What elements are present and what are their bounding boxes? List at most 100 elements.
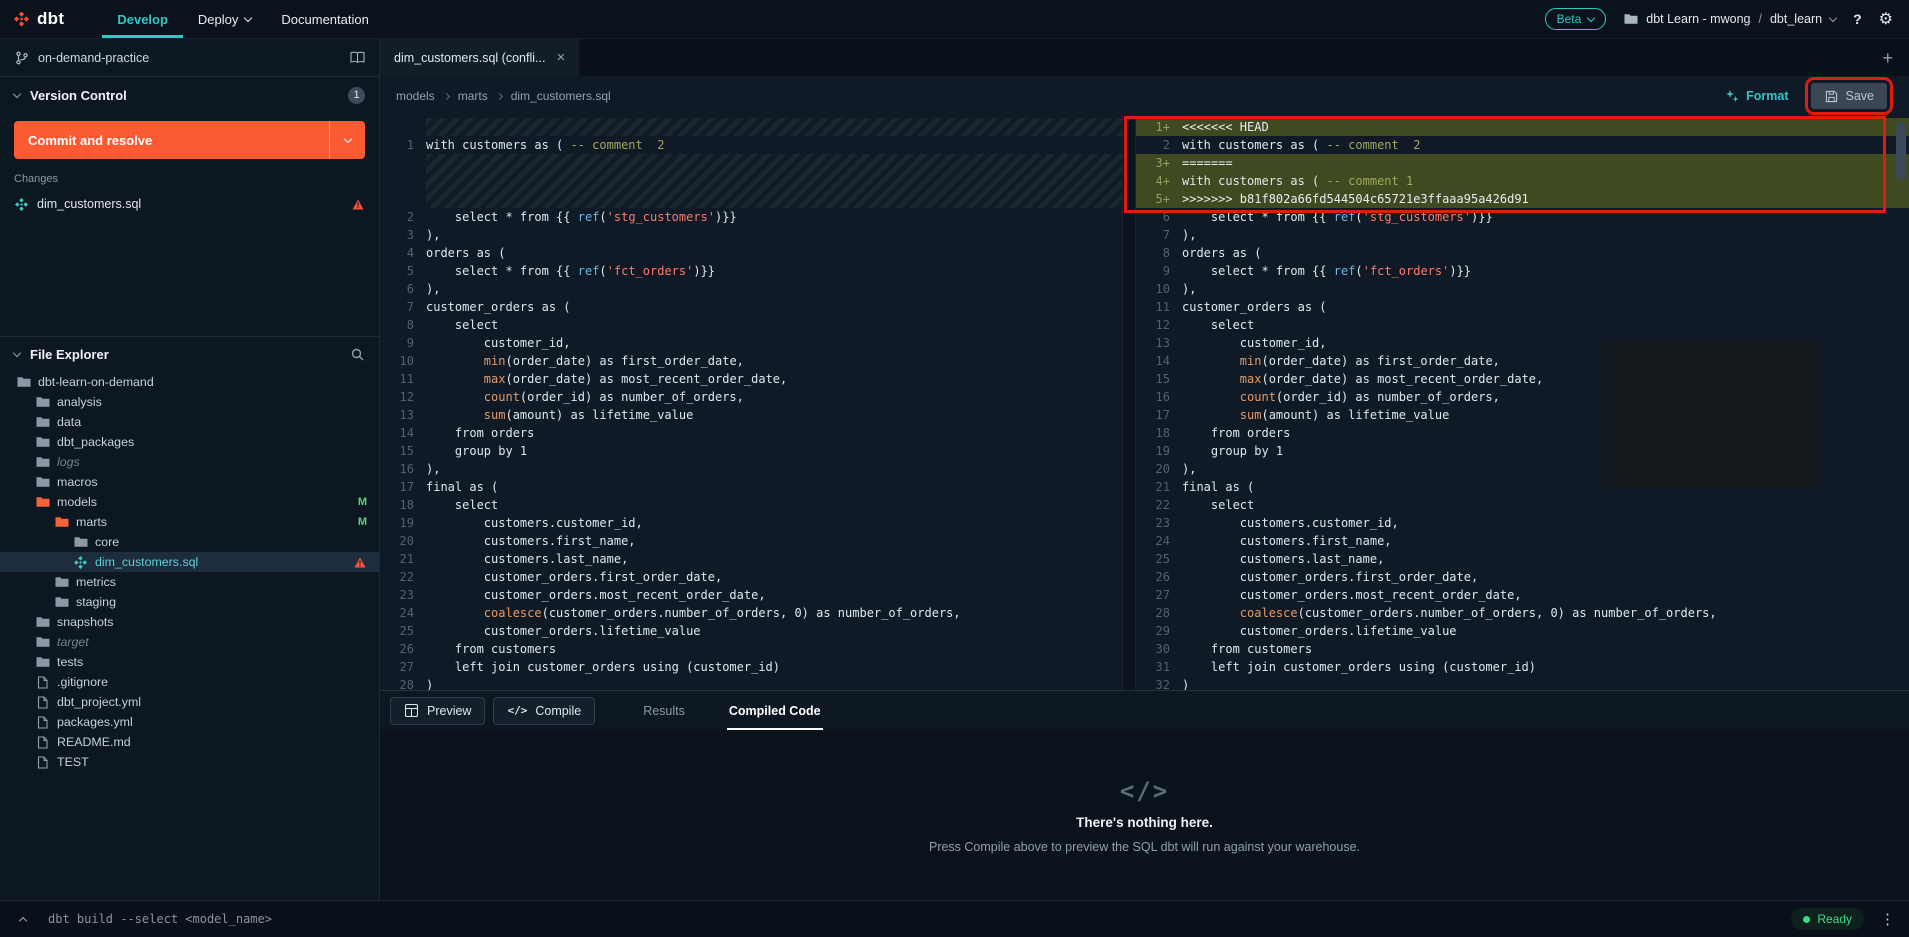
editor-scrollbar[interactable] xyxy=(1893,116,1909,690)
tree-item-macros[interactable]: macros xyxy=(0,472,379,492)
code-line[interactable]: 20 customers.first_name, xyxy=(380,532,1122,550)
tree-item-dbt_packages[interactable]: dbt_packages xyxy=(0,432,379,452)
code-line[interactable]: 10 min(order_date) as first_order_date, xyxy=(380,352,1122,370)
scrollbar-thumb[interactable] xyxy=(1896,122,1906,180)
code-line[interactable]: 31 left join customer_orders using (cust… xyxy=(1136,658,1909,676)
tree-item-snapshots[interactable]: snapshots xyxy=(0,612,379,632)
code-line[interactable]: 5+>>>>>>> b81f802a66fd544504c65721e3ffaa… xyxy=(1136,190,1909,208)
tree-item-dbt-learn-on-demand[interactable]: dbt-learn-on-demand xyxy=(0,372,379,392)
code-line[interactable]: 3+======= xyxy=(1136,154,1909,172)
command-input[interactable]: dbt build --select <model_name> xyxy=(48,912,272,926)
code-line[interactable]: 24 customers.first_name, xyxy=(1136,532,1909,550)
search-icon[interactable] xyxy=(350,348,365,361)
commit-options-button[interactable] xyxy=(329,121,365,159)
close-icon[interactable]: × xyxy=(556,50,565,65)
breadcrumb-item[interactable]: models xyxy=(396,89,435,103)
tree-item-staging[interactable]: staging xyxy=(0,592,379,612)
code-line[interactable]: 25 customer_orders.lifetime_value xyxy=(380,622,1122,640)
tree-item-packages.yml[interactable]: packages.yml xyxy=(0,712,379,732)
tree-item-logs[interactable]: logs xyxy=(0,452,379,472)
code-line[interactable]: 27 left join customer_orders using (cust… xyxy=(380,658,1122,676)
tree-item-dim_customers.sql[interactable]: dim_customers.sql xyxy=(0,552,379,572)
tree-item-analysis[interactable]: analysis xyxy=(0,392,379,412)
tree-item-tests[interactable]: tests xyxy=(0,652,379,672)
code-line[interactable]: 9 select * from {{ ref('fct_orders')}} xyxy=(1136,262,1909,280)
code-line[interactable]: 10), xyxy=(1136,280,1909,298)
breadcrumb-item[interactable]: dim_customers.sql xyxy=(511,89,611,103)
version-control-header[interactable]: Version Control 1 xyxy=(0,77,379,113)
save-button[interactable]: Save xyxy=(1811,83,1888,109)
code-line[interactable]: 24 coalesce(customer_orders.number_of_or… xyxy=(380,604,1122,622)
code-line[interactable]: 6), xyxy=(380,280,1122,298)
code-line[interactable]: 21 customers.last_name, xyxy=(380,550,1122,568)
code-line[interactable]: 16), xyxy=(380,460,1122,478)
code-line[interactable]: 2 select * from {{ ref('stg_customers')}… xyxy=(380,208,1122,226)
code-line[interactable]: 26 from customers xyxy=(380,640,1122,658)
code-line[interactable]: 9 customer_id, xyxy=(380,334,1122,352)
tab-compiled-code[interactable]: Compiled Code xyxy=(727,691,823,730)
preview-button[interactable]: Preview xyxy=(390,697,485,725)
tree-item-data[interactable]: data xyxy=(0,412,379,432)
tree-item-README.md[interactable]: README.md xyxy=(0,732,379,752)
code-line[interactable]: 19 customers.customer_id, xyxy=(380,514,1122,532)
code-line[interactable]: 32) xyxy=(1136,676,1909,690)
diff-pane-current[interactable]: 1with customers as ( -- comment 2 2 selec… xyxy=(380,116,1122,690)
nav-deploy[interactable]: Deploy xyxy=(183,0,266,38)
code-line[interactable]: 27 customer_orders.most_recent_order_dat… xyxy=(1136,586,1909,604)
commit-and-resolve-button[interactable]: Commit and resolve xyxy=(14,121,329,159)
tree-item-TEST[interactable]: TEST xyxy=(0,752,379,772)
code-line[interactable]: 12 select xyxy=(1136,316,1909,334)
format-button[interactable]: Format xyxy=(1724,89,1788,103)
new-tab-button[interactable]: + xyxy=(1882,49,1893,67)
code-editor[interactable]: 1with customers as ( -- comment 2 2 selec… xyxy=(380,116,1909,690)
code-line[interactable]: 4orders as ( xyxy=(380,244,1122,262)
code-line[interactable]: 28 coalesce(customer_orders.number_of_or… xyxy=(1136,604,1909,622)
nav-develop[interactable]: Develop xyxy=(102,0,183,38)
code-line[interactable]: 22 select xyxy=(1136,496,1909,514)
tree-item-models[interactable]: modelsM xyxy=(0,492,379,512)
code-line[interactable]: 28) xyxy=(380,676,1122,690)
code-line[interactable]: 1+<<<<<<< HEAD xyxy=(1136,118,1909,136)
code-line[interactable]: 7customer_orders as ( xyxy=(380,298,1122,316)
code-line[interactable]: 23 customers.customer_id, xyxy=(1136,514,1909,532)
tree-item-.gitignore[interactable]: .gitignore xyxy=(0,672,379,692)
code-line[interactable]: 12 count(order_id) as number_of_orders, xyxy=(380,388,1122,406)
code-line[interactable]: 22 customer_orders.first_order_date, xyxy=(380,568,1122,586)
code-line[interactable]: 17final as ( xyxy=(380,478,1122,496)
tree-item-metrics[interactable]: metrics xyxy=(0,572,379,592)
code-line[interactable]: 8 select xyxy=(380,316,1122,334)
kebab-menu-icon[interactable]: ⋮ xyxy=(1876,910,1899,928)
code-line[interactable]: 1with customers as ( -- comment 2 xyxy=(380,136,1122,154)
gear-icon[interactable]: ⚙ xyxy=(1879,9,1893,29)
changed-file-dim_customers.sql[interactable]: dim_customers.sql xyxy=(0,190,379,218)
code-line[interactable]: 29 customer_orders.lifetime_value xyxy=(1136,622,1909,640)
beta-dropdown[interactable]: Beta xyxy=(1545,8,1607,30)
code-line[interactable]: 14 from orders xyxy=(380,424,1122,442)
code-line[interactable]: 30 from customers xyxy=(1136,640,1909,658)
pane-divider[interactable] xyxy=(1122,116,1136,690)
editor-tab[interactable]: dim_customers.sql (confli... × xyxy=(380,39,580,76)
code-line[interactable]: 4+with customers as ( -- comment 1 xyxy=(1136,172,1909,190)
code-line[interactable]: 18 select xyxy=(380,496,1122,514)
code-line[interactable]: 5 select * from {{ ref('fct_orders')}} xyxy=(380,262,1122,280)
expand-panel-button[interactable] xyxy=(10,906,36,932)
code-line[interactable]: 25 customers.last_name, xyxy=(1136,550,1909,568)
code-line[interactable]: 6 select * from {{ ref('stg_customers')}… xyxy=(1136,208,1909,226)
code-line[interactable]: 13 sum(amount) as lifetime_value xyxy=(380,406,1122,424)
tree-item-target[interactable]: target xyxy=(0,632,379,652)
project-picker[interactable]: dbt Learn - mwong / dbt_learn xyxy=(1623,12,1836,26)
code-line[interactable]: 3), xyxy=(380,226,1122,244)
code-line[interactable]: 11 max(order_date) as most_recent_order_… xyxy=(380,370,1122,388)
compile-button[interactable]: </> Compile xyxy=(493,697,595,725)
dbt-logo[interactable]: dbt xyxy=(14,8,64,30)
tree-item-core[interactable]: core xyxy=(0,532,379,552)
code-line[interactable]: 8orders as ( xyxy=(1136,244,1909,262)
code-line[interactable]: 15 group by 1 xyxy=(380,442,1122,460)
branch-selector[interactable]: on-demand-practice xyxy=(0,39,379,77)
nav-documentation[interactable]: Documentation xyxy=(266,0,383,38)
tree-item-marts[interactable]: martsM xyxy=(0,512,379,532)
docs-book-icon[interactable] xyxy=(350,51,365,64)
breadcrumb-item[interactable]: marts xyxy=(458,89,488,103)
tab-results[interactable]: Results xyxy=(641,691,687,730)
file-explorer-header[interactable]: File Explorer xyxy=(0,336,379,372)
